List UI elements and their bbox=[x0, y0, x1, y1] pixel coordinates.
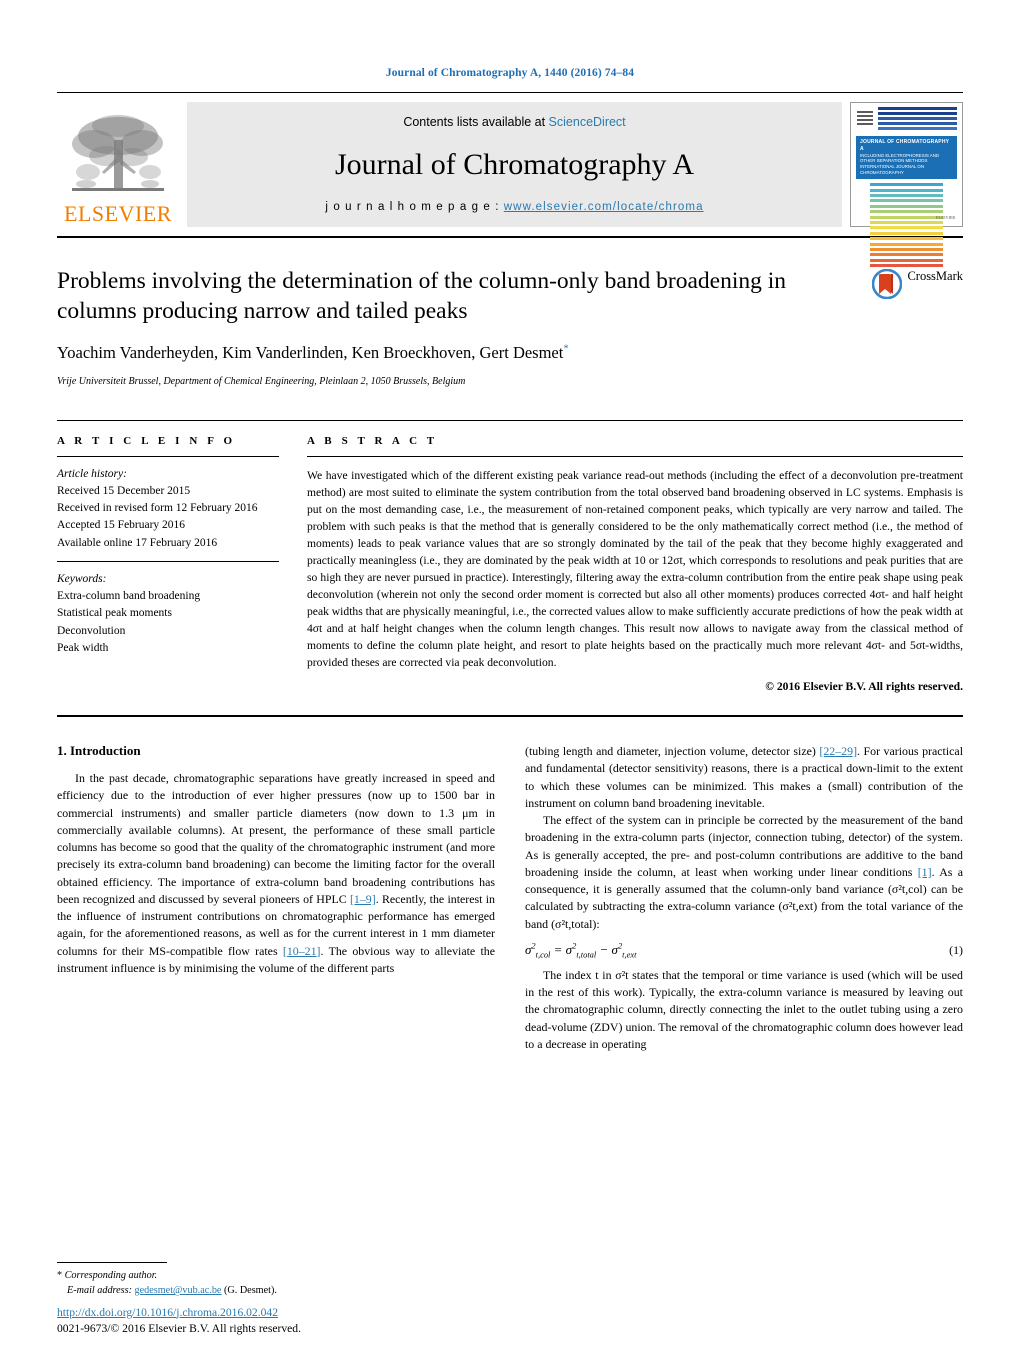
equation-number: (1) bbox=[949, 942, 963, 957]
top-rule bbox=[57, 92, 963, 93]
citation-link[interactable]: [1–9] bbox=[350, 892, 376, 906]
paragraph: (tubing length and diameter, injection v… bbox=[525, 743, 963, 812]
elsevier-tree-icon bbox=[72, 115, 164, 191]
body-column-right: (tubing length and diameter, injection v… bbox=[525, 743, 963, 1053]
paragraph: The index t in σ²t states that the tempo… bbox=[525, 967, 963, 1051]
cover-subtitle-text: INCLUDING ELECTROPHORESIS AND OTHER SEPA… bbox=[860, 152, 940, 176]
email-owner-text: (G. Desmet). bbox=[223, 1285, 277, 1297]
keyword-item: Peak width bbox=[57, 641, 109, 654]
info-abstract-region: A R T I C L E I N F O Article history: R… bbox=[57, 435, 963, 693]
citation-link[interactable]: [22–29] bbox=[819, 744, 857, 758]
info-top-rule bbox=[57, 419, 963, 421]
elsevier-logo: ELSEVIER bbox=[57, 102, 179, 227]
citation-link[interactable]: [10–21] bbox=[283, 944, 321, 958]
article-info-column: A R T I C L E I N F O Article history: R… bbox=[57, 435, 307, 693]
section-title: Introduction bbox=[70, 743, 141, 759]
page-title: Problems involving the determination of … bbox=[57, 268, 787, 324]
paragraph-text: The effect of the system can in principl… bbox=[525, 813, 963, 879]
section-heading-introduction: 1. Introduction bbox=[57, 743, 495, 759]
abstract-copyright: © 2016 Elsevier B.V. All rights reserved… bbox=[765, 680, 963, 694]
history-item: Accepted 15 February 2016 bbox=[57, 519, 186, 532]
corresponding-author-note: * Corresponding author. bbox=[57, 1269, 497, 1284]
abstract-column: A B S T R A C T We have investigated whi… bbox=[307, 435, 963, 693]
title-block: Problems involving the determination of … bbox=[57, 267, 963, 388]
abstract-bottom-rule bbox=[57, 715, 963, 718]
cover-qr-icon bbox=[857, 109, 873, 125]
keyword-item: Extra-column band broadening bbox=[57, 590, 201, 603]
paragraph: In the past decade, chromatographic sepa… bbox=[57, 770, 495, 977]
citation-link[interactable]: [1] bbox=[918, 865, 932, 879]
footnote-marker: * bbox=[57, 1270, 63, 1282]
cover-top-bars bbox=[878, 107, 957, 132]
corresponding-author-marker: * bbox=[563, 342, 569, 355]
affiliation: Vrije Universiteit Brussel, Department o… bbox=[57, 375, 466, 387]
issn-copyright-line: 0021-9673/© 2016 Elsevier B.V. All right… bbox=[57, 1321, 301, 1335]
keyword-item: Deconvolution bbox=[57, 624, 126, 637]
info-divider-1 bbox=[57, 455, 279, 457]
homepage-prefix-text: j o u r n a l h o m e p a g e : bbox=[325, 201, 504, 213]
article-history-label: Article history: bbox=[57, 467, 127, 480]
abstract-text: We have investigated which of the differ… bbox=[307, 468, 963, 669]
paragraph: The effect of the system can in principl… bbox=[525, 812, 963, 933]
journal-masthead: ELSEVIER Contents lists available at Sci… bbox=[57, 102, 963, 268]
history-item: Received in revised form 12 February 201… bbox=[57, 502, 258, 515]
paragraph-text: In the past decade, chromatographic sepa… bbox=[57, 771, 495, 906]
cover-title-text: JOURNAL OF CHROMATOGRAPHY A bbox=[860, 139, 950, 152]
contents-prefix-text: Contents lists available at bbox=[403, 115, 549, 129]
crossmark-label: CrossMark bbox=[907, 269, 963, 283]
keyword-item: Statistical peak moments bbox=[57, 607, 172, 620]
email-note: E-mail address: gedesmet@vub.ac.be (G. D… bbox=[57, 1284, 497, 1299]
cover-footer-text: ELSEVIER bbox=[936, 214, 955, 220]
article-info-heading: A R T I C L E I N F O bbox=[57, 434, 236, 447]
elsevier-wordmark: ELSEVIER bbox=[64, 201, 172, 226]
title-main: Problems involving the determination of … bbox=[57, 267, 858, 388]
body-column-left: 1. Introduction In the past decade, chro… bbox=[57, 743, 495, 1053]
section-number: 1. bbox=[57, 743, 67, 759]
footnote-rule bbox=[57, 1262, 167, 1264]
author-list: Yoachim Vanderheyden, Kim Vanderlinden, … bbox=[57, 342, 846, 363]
journal-title: Journal of Chromatography A bbox=[334, 148, 695, 181]
abstract-heading: A B S T R A C T bbox=[307, 434, 438, 447]
email-label: E-mail address: bbox=[67, 1285, 132, 1297]
author-email-link[interactable]: gedesmet@vub.ac.be bbox=[135, 1285, 222, 1296]
journal-banner: Contents lists available at ScienceDirec… bbox=[187, 102, 842, 227]
footnote-region: * Corresponding author. E-mail address: … bbox=[57, 1262, 497, 1299]
journal-cover-thumbnail: JOURNAL OF CHROMATOGRAPHY A INCLUDING EL… bbox=[850, 102, 963, 268]
keywords-label: Keywords: bbox=[57, 572, 107, 585]
corresponding-author-text: Corresponding author. bbox=[64, 1270, 158, 1282]
article-page: Journal of Chromatography A, 1440 (2016)… bbox=[0, 0, 1020, 1351]
info-divider-2 bbox=[57, 560, 279, 562]
contents-available-line: Contents lists available at ScienceDirec… bbox=[403, 115, 625, 129]
equation-expression: σ2t,col = σ2t,total − σ2t,ext bbox=[525, 940, 637, 960]
history-item: Available online 17 February 2016 bbox=[57, 536, 218, 549]
cover-title-band: JOURNAL OF CHROMATOGRAPHY A INCLUDING EL… bbox=[856, 136, 957, 180]
sciencedirect-link[interactable]: ScienceDirect bbox=[549, 115, 626, 129]
journal-homepage-line: j o u r n a l h o m e p a g e : www.else… bbox=[325, 201, 703, 213]
running-head: Journal of Chromatography A, 1440 (2016)… bbox=[385, 67, 635, 79]
page-footer: http://dx.doi.org/10.1016/j.chroma.2016.… bbox=[57, 1303, 517, 1337]
author-names: Yoachim Vanderheyden, Kim Vanderlinden, … bbox=[57, 343, 564, 363]
crossmark-badge[interactable]: CrossMark bbox=[858, 267, 963, 388]
doi-link[interactable]: http://dx.doi.org/10.1016/j.chroma.2016.… bbox=[57, 1306, 278, 1319]
crossmark-icon bbox=[872, 269, 903, 299]
masthead-bottom-rule bbox=[57, 236, 963, 238]
history-item: Received 15 December 2015 bbox=[57, 484, 191, 497]
cover-color-stripes bbox=[856, 183, 957, 269]
journal-homepage-link[interactable]: www.elsevier.com/locate/chroma bbox=[504, 201, 704, 213]
equation-1: σ2t,col = σ2t,total − σ2t,ext (1) bbox=[525, 940, 963, 960]
paragraph-text: (tubing length and diameter, injection v… bbox=[525, 744, 820, 759]
body-columns: 1. Introduction In the past decade, chro… bbox=[57, 743, 963, 1053]
abstract-divider bbox=[307, 455, 963, 457]
